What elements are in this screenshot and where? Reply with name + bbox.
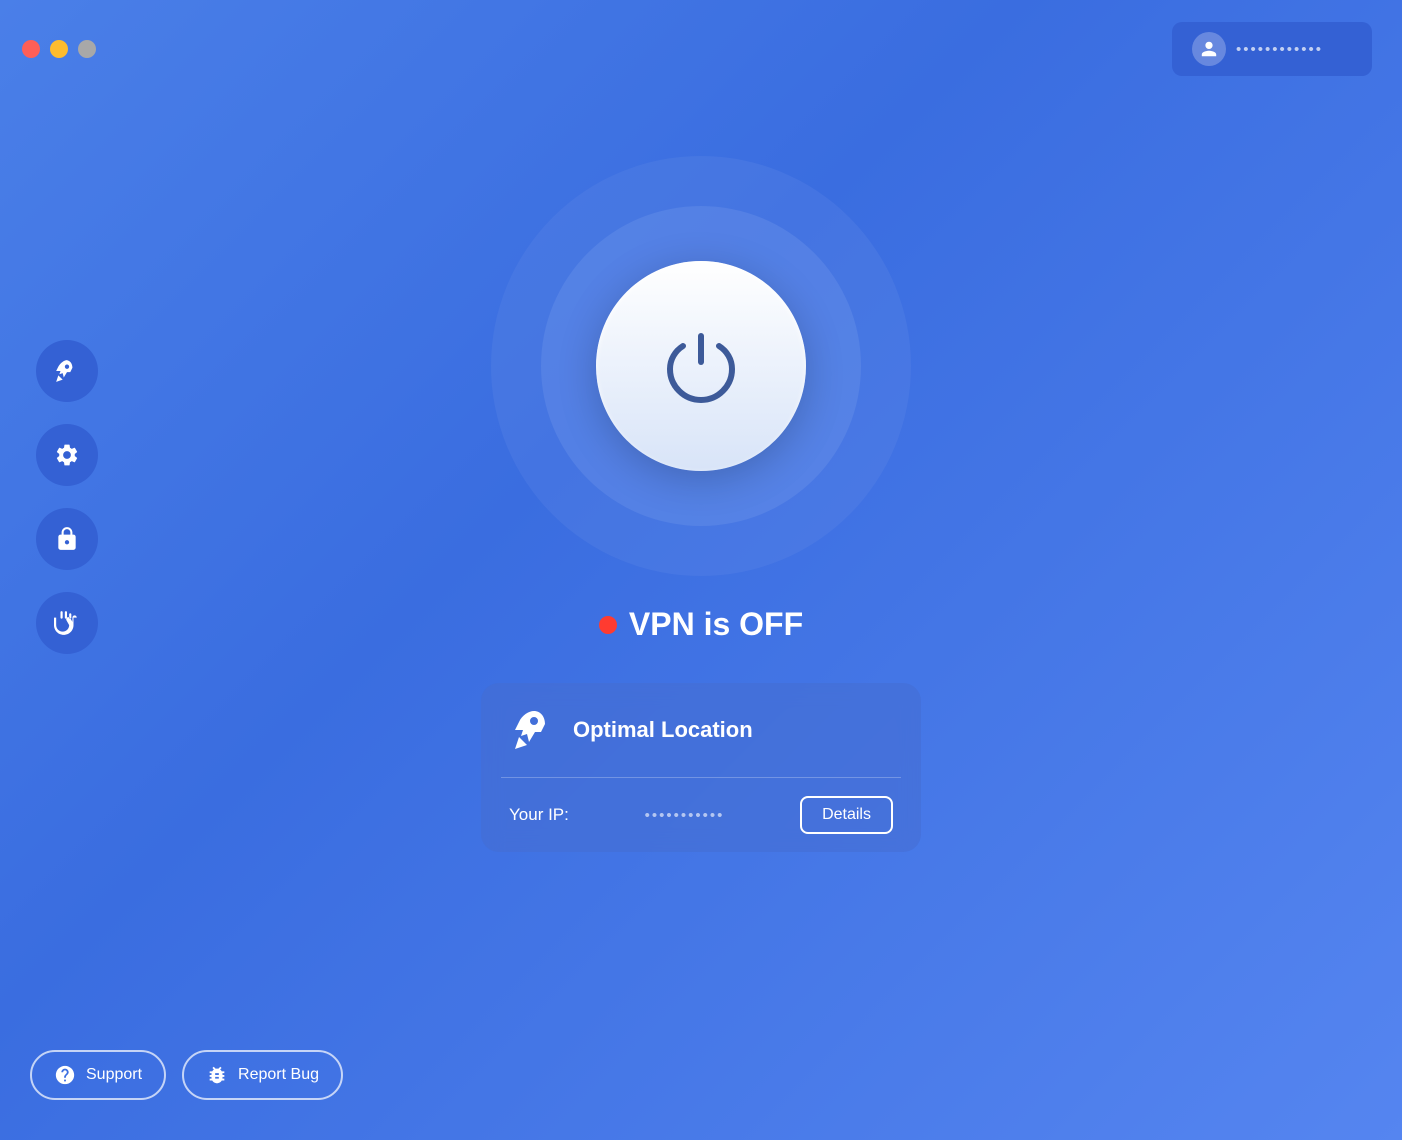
gear-icon — [54, 442, 80, 468]
vpn-status: VPN is OFF — [599, 606, 803, 643]
bottom-bar: Support Report Bug — [30, 1050, 343, 1100]
location-rocket-icon — [511, 707, 557, 753]
user-email: •••••••••••• — [1236, 41, 1323, 58]
support-icon — [54, 1064, 76, 1086]
minimize-button[interactable] — [50, 40, 68, 58]
hand-icon — [54, 610, 80, 636]
ip-row: Your IP: ••••••••••• Details — [481, 778, 921, 852]
power-outer-ring — [491, 156, 911, 576]
status-dot — [599, 616, 617, 634]
vpn-status-text: VPN is OFF — [629, 606, 803, 643]
power-icon — [661, 326, 741, 406]
user-avatar — [1192, 32, 1226, 66]
main-content: VPN is OFF Optimal Location Your IP: •••… — [0, 76, 1402, 852]
user-badge[interactable]: •••••••••••• — [1172, 22, 1372, 76]
power-button[interactable] — [596, 261, 806, 471]
support-label: Support — [86, 1066, 142, 1084]
location-card: Optimal Location Your IP: ••••••••••• De… — [481, 683, 921, 852]
sidebar-item-security[interactable] — [36, 508, 98, 570]
report-bug-icon — [206, 1064, 228, 1086]
maximize-button[interactable] — [78, 40, 96, 58]
power-middle-ring — [541, 206, 861, 526]
sidebar — [36, 340, 98, 654]
location-header[interactable]: Optimal Location — [481, 683, 921, 777]
sidebar-item-privacy[interactable] — [36, 592, 98, 654]
location-name: Optimal Location — [573, 717, 753, 743]
sidebar-item-settings[interactable] — [36, 424, 98, 486]
sidebar-item-speed[interactable] — [36, 340, 98, 402]
ip-value: ••••••••••• — [645, 807, 725, 824]
window-controls — [22, 40, 96, 58]
close-button[interactable] — [22, 40, 40, 58]
report-bug-label: Report Bug — [238, 1066, 319, 1084]
support-button[interactable]: Support — [30, 1050, 166, 1100]
report-bug-button[interactable]: Report Bug — [182, 1050, 343, 1100]
lock-icon — [54, 526, 80, 552]
ip-label: Your IP: — [509, 805, 569, 825]
title-bar: •••••••••••• — [0, 0, 1402, 76]
user-icon — [1200, 40, 1218, 58]
details-button[interactable]: Details — [800, 796, 893, 834]
rocket-icon — [54, 358, 80, 384]
